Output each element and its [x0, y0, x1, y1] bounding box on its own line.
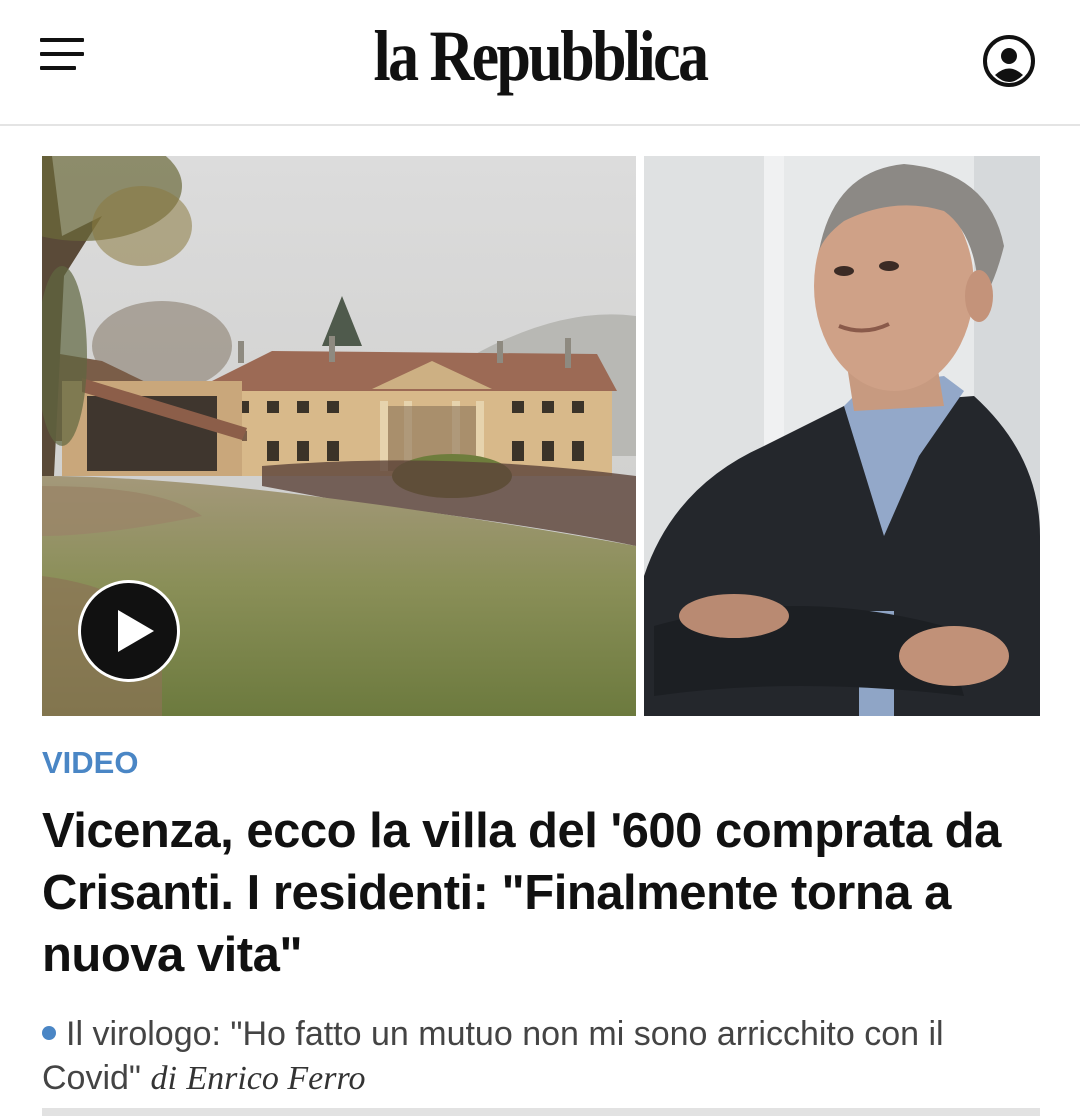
author-prefix: di — [150, 1060, 177, 1097]
article-headline[interactable]: Vicenza, ecco la villa del '600 comprata… — [42, 800, 1042, 986]
divider — [42, 1108, 1040, 1116]
related-text: Il virologo: "Ho fatto un mutuo non mi s… — [42, 1015, 944, 1097]
site-logo[interactable]: la Repubblica — [76, 14, 1005, 98]
related-article-link[interactable]: Il virologo: "Ho fatto un mutuo non mi s… — [42, 1012, 1042, 1101]
user-account-icon[interactable] — [982, 34, 1036, 88]
top-bar: la Repubblica — [0, 0, 1080, 126]
play-icon[interactable] — [78, 580, 180, 682]
portrait-photo[interactable] — [644, 156, 1040, 716]
author-name: Enrico Ferro — [186, 1060, 366, 1097]
bullet-icon — [42, 1026, 56, 1040]
section-kicker[interactable]: VIDEO — [42, 745, 138, 781]
